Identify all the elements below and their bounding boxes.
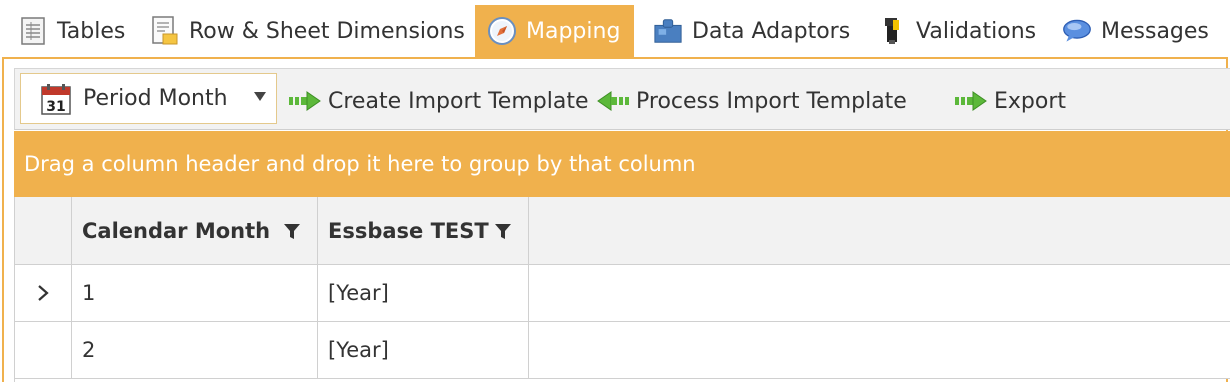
chevron-down-icon[interactable]	[254, 92, 266, 101]
compass-icon	[487, 16, 517, 46]
tab-label: Mapping	[526, 18, 621, 44]
green-arrow-right-icon	[955, 91, 987, 111]
tab-messages[interactable]: Messages	[1062, 5, 1209, 57]
cell-calendar-month[interactable]: 1	[72, 265, 318, 321]
puzzle-icon	[653, 16, 683, 46]
sheet-dimensions-icon	[150, 16, 180, 46]
green-arrow-left-icon	[597, 91, 629, 111]
tab-label: Validations	[916, 18, 1037, 44]
filter-icon[interactable]	[284, 224, 300, 240]
column-header-essbase-test[interactable]: Essbase TEST	[318, 197, 529, 264]
period-dropdown-value: Period Month	[83, 86, 228, 111]
tab-row-sheet-dimensions[interactable]: Row & Sheet Dimensions	[150, 5, 465, 57]
calendar-icon: 31	[41, 83, 71, 115]
svg-text:31: 31	[46, 99, 65, 115]
column-header-calendar-month[interactable]: Calendar Month	[72, 197, 318, 264]
process-import-template-label: Process Import Template	[636, 88, 907, 114]
tab-label: Row & Sheet Dimensions	[189, 18, 465, 44]
empty-cell	[529, 265, 1230, 321]
chevron-right-icon	[37, 285, 49, 301]
green-arrow-right-icon	[289, 91, 321, 111]
table-icon	[18, 16, 48, 46]
data-grid: Calendar Month Essbase TEST 1 [Year] 2 […	[14, 197, 1230, 382]
row-indicator-header	[14, 197, 72, 264]
filter-icon[interactable]	[495, 224, 511, 240]
row-indicator[interactable]	[14, 265, 72, 321]
cell-essbase-test[interactable]: [Year]	[318, 322, 529, 378]
empty-cell	[529, 322, 1230, 378]
tab-validations[interactable]: Validations	[877, 5, 1036, 57]
table-row[interactable]: 2 [Year]	[14, 322, 1230, 379]
cell-calendar-month[interactable]: 2	[72, 322, 318, 378]
period-dropdown[interactable]: 31 Period Month	[20, 73, 277, 124]
export-label: Export	[994, 88, 1067, 114]
empty-header-area	[529, 197, 1230, 264]
column-header-label: Essbase TEST	[328, 218, 489, 243]
validation-icon	[877, 16, 907, 46]
process-import-template-button[interactable]: Process Import Template	[596, 86, 907, 116]
tab-data-adaptors[interactable]: Data Adaptors	[653, 5, 850, 57]
tab-label: Data Adaptors	[692, 18, 851, 44]
tab-label: Messages	[1101, 18, 1209, 44]
tab-mapping[interactable]: Mapping	[475, 5, 635, 57]
tab-tables[interactable]: Tables	[18, 5, 125, 57]
export-button[interactable]: Export	[954, 86, 1066, 116]
tab-label: Tables	[57, 18, 126, 44]
speech-bubble-icon	[1062, 16, 1092, 46]
row-indicator[interactable]	[14, 322, 72, 378]
group-by-drop-panel[interactable]: Drag a column header and drop it here to…	[14, 131, 1230, 197]
group-panel-hint: Drag a column header and drop it here to…	[24, 152, 696, 176]
tab-strip: Tables Row & Sheet Dimensions Mapping Da…	[0, 0, 1230, 57]
create-import-template-button[interactable]: Create Import Template	[288, 86, 589, 116]
grid-header-row: Calendar Month Essbase TEST	[14, 197, 1230, 265]
cell-essbase-test[interactable]: [Year]	[318, 265, 529, 321]
column-header-label: Calendar Month	[82, 218, 271, 243]
create-import-template-label: Create Import Template	[328, 88, 589, 114]
table-row[interactable]: 1 [Year]	[14, 265, 1230, 322]
grid-left-border	[14, 197, 15, 382]
